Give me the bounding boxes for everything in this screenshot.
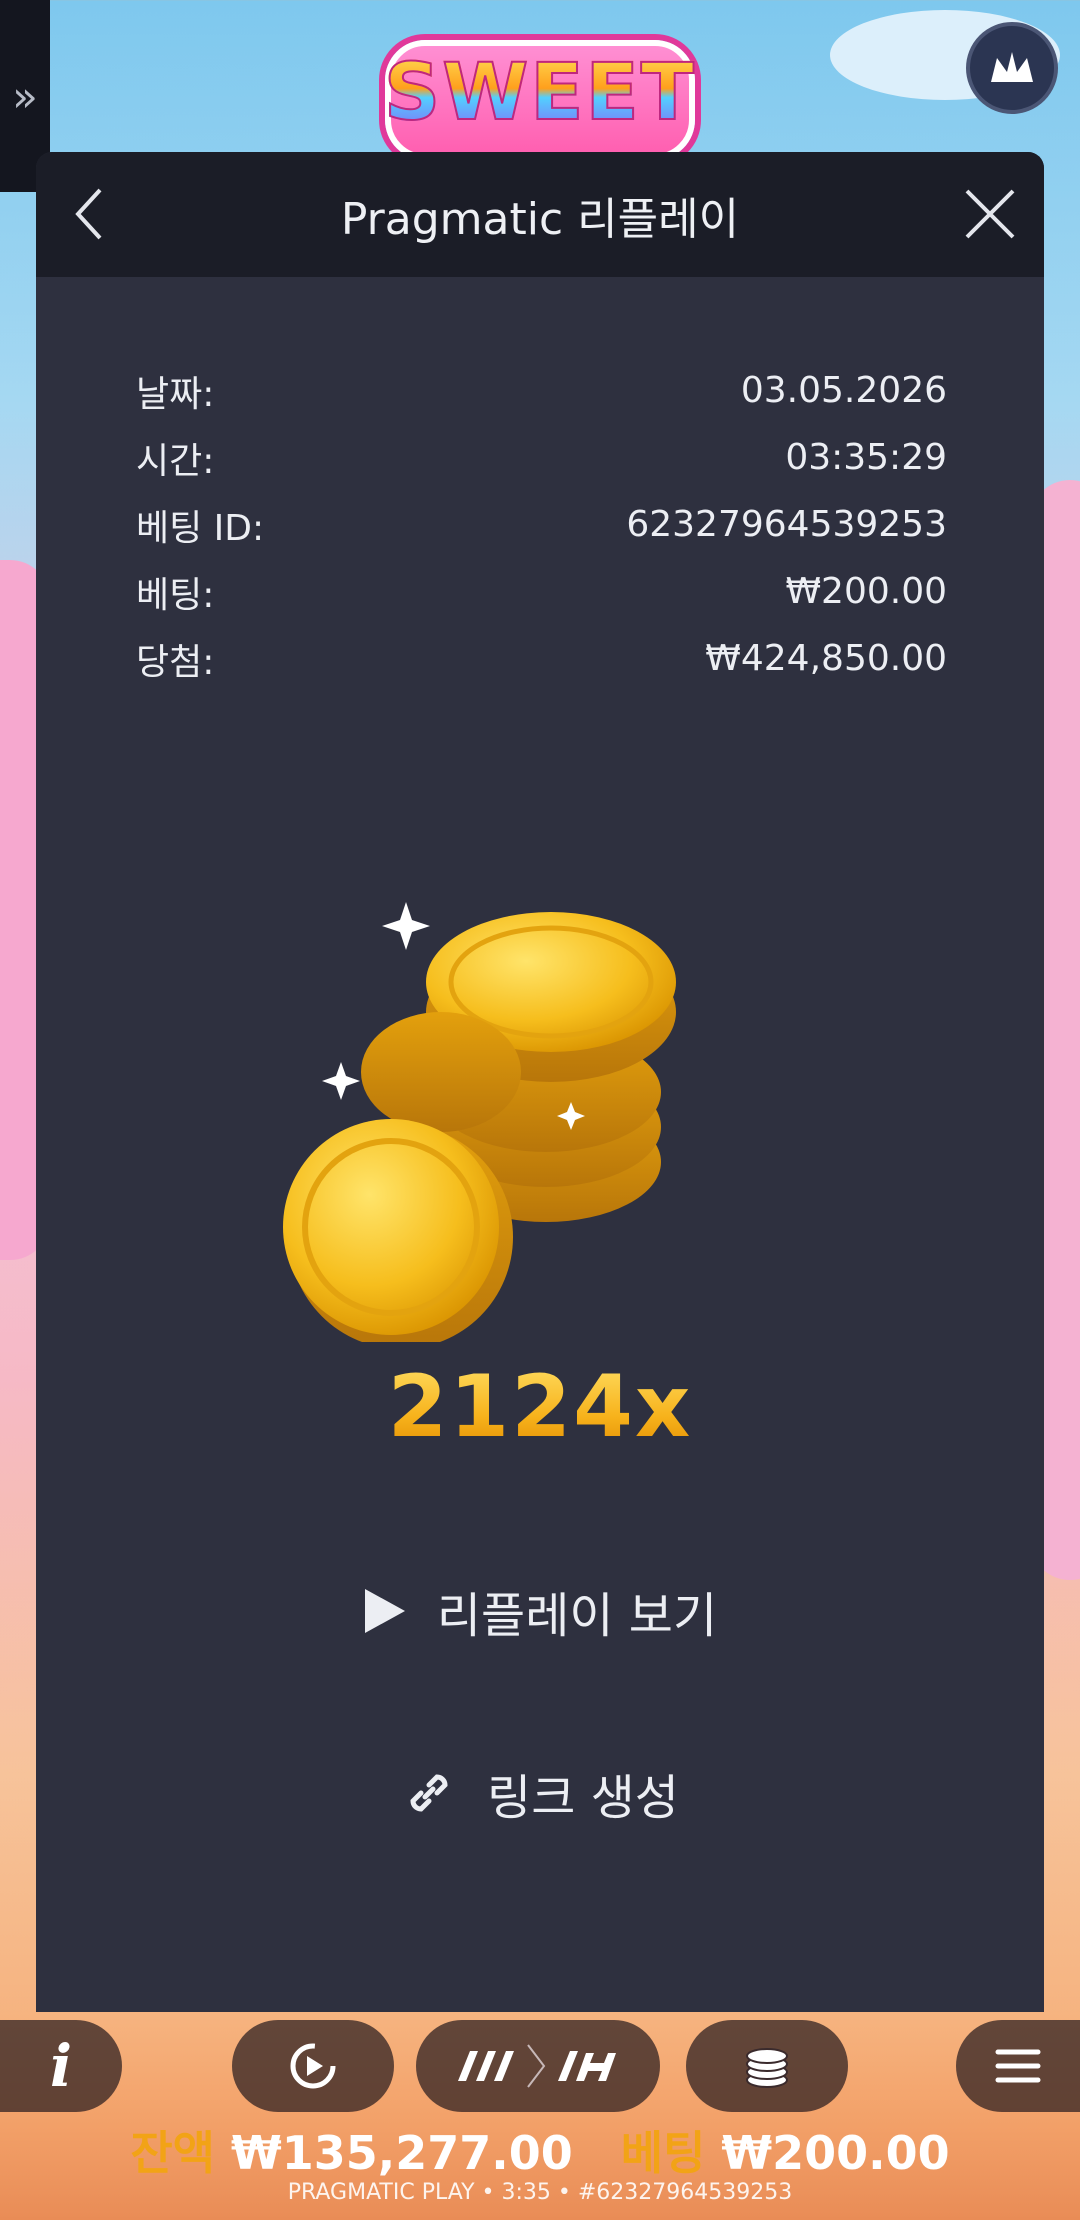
info-button[interactable]: i <box>0 2020 122 2112</box>
watch-replay-button[interactable]: 리플레이 보기 <box>36 1566 1044 1656</box>
info-value: ₩424,850.00 <box>705 638 947 679</box>
info-value: 62327964539253 <box>626 504 947 545</box>
turbo-spin-icon <box>458 2044 616 2088</box>
game-logo: SWEET <box>383 40 696 160</box>
menu-button[interactable] <box>956 2020 1080 2112</box>
info-label: 당첨: <box>136 641 215 683</box>
balance-bet-line: 잔액 ₩135,277.00 베팅 ₩200.00 <box>0 2117 1080 2183</box>
info-label: 베팅: <box>136 574 215 616</box>
info-label: 시간: <box>136 440 215 482</box>
balance-value: ₩135,277.00 <box>230 2126 573 2180</box>
balance-label: 잔액 <box>130 2126 215 2180</box>
double-chevron-right-icon: » <box>12 71 38 121</box>
watch-replay-label: 리플레이 보기 <box>436 1588 718 1644</box>
modal-title: Pragmatic 리플레이 <box>340 193 740 245</box>
info-row-bet: 베팅: ₩200.00 <box>136 558 947 625</box>
crown-button[interactable] <box>966 22 1058 114</box>
hamburger-menu-icon <box>995 2049 1041 2083</box>
close-icon <box>965 189 1015 239</box>
turbo-spin-button[interactable] <box>416 2020 660 2112</box>
info-row-bet-id: 베팅 ID: 62327964539253 <box>136 491 947 558</box>
bet-value: ₩200.00 <box>721 2126 950 2180</box>
win-multiplier: 2124x <box>36 1357 1044 1457</box>
autoplay-icon <box>290 2043 336 2089</box>
info-label: 베팅 ID: <box>136 507 265 549</box>
close-button[interactable] <box>954 178 1026 250</box>
link-icon <box>410 1774 448 1812</box>
info-value: 03:35:29 <box>785 437 947 478</box>
replay-modal: Pragmatic 리플레이 날짜: 03.05.2026 시간: 03:35:… <box>36 152 1044 2012</box>
chevron-left-icon <box>75 188 102 240</box>
crown-icon <box>991 52 1033 82</box>
info-label: 날짜: <box>136 373 215 415</box>
gold-coins-icon <box>283 902 676 1342</box>
modal-header: Pragmatic 리플레이 <box>36 152 1044 277</box>
info-icon: i <box>49 2032 73 2100</box>
create-link-button[interactable]: 링크 생성 <box>36 1748 1044 1838</box>
bet-label: 베팅 <box>620 2126 706 2180</box>
info-row-win: 당첨: ₩424,850.00 <box>136 625 947 692</box>
footer-info: PRAGMATIC PLAY • 3:35 • #62327964539253 <box>287 2180 793 2205</box>
info-value: 03.05.2026 <box>740 370 947 411</box>
autoplay-button[interactable] <box>232 2020 394 2112</box>
bet-info-list: 날짜: 03.05.2026 시간: 03:35:29 베팅 ID: 62327… <box>136 357 947 692</box>
info-row-time: 시간: 03:35:29 <box>136 424 947 491</box>
play-icon <box>364 1589 405 1633</box>
info-row-date: 날짜: 03.05.2026 <box>136 357 947 424</box>
back-button[interactable] <box>54 178 126 250</box>
info-value: ₩200.00 <box>785 571 947 612</box>
game-logo-text: SWEET <box>383 47 696 139</box>
coin-stack-icon <box>746 2048 788 2088</box>
create-link-label: 링크 생성 <box>487 1770 679 1826</box>
bet-settings-button[interactable] <box>686 2020 848 2112</box>
